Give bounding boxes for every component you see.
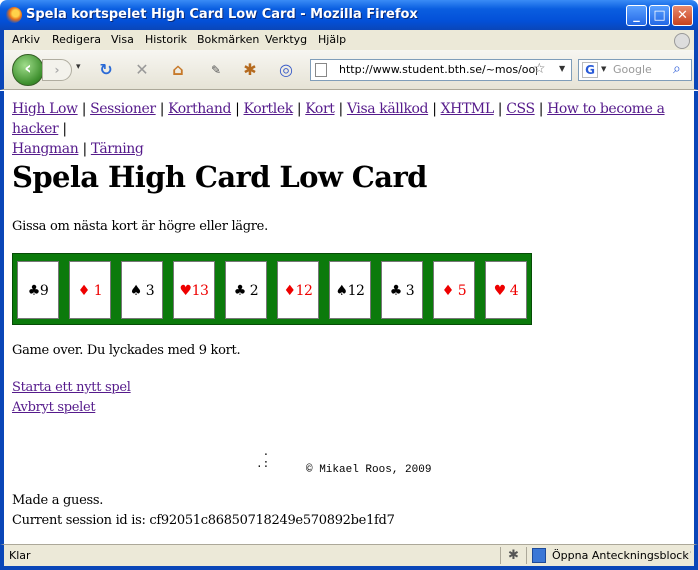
card-table: ♣9 ♦ 1 ♠ 3 ♥13 ♣ 2 ♦12 ♠12 ♣ 3 ♦ 5 ♥ 4 — [12, 253, 532, 325]
url-dropdown-icon[interactable]: ▼ — [559, 64, 565, 73]
search-input[interactable]: Google — [613, 63, 652, 76]
card-suit-icon: ♦ — [441, 283, 455, 299]
nav-link-korthand[interactable]: Korthand — [168, 101, 231, 117]
resize-grip-icon[interactable]: ⋰ — [683, 551, 692, 561]
firefox-icon — [6, 7, 22, 23]
menu-hjalp[interactable]: Hjälp — [318, 33, 346, 46]
search-bar[interactable]: G ▼ Google ⌕ — [578, 59, 692, 81]
url-input[interactable]: http://www.student.bth.se/~mos/oopl — [339, 63, 537, 76]
search-engine-dropdown-icon[interactable]: ▼ — [601, 65, 606, 73]
addon-swirl-icon[interactable]: ◎ — [276, 60, 296, 80]
nav-link-high-low[interactable]: High Low — [12, 101, 78, 117]
card-suit-icon: ♠ — [335, 283, 349, 299]
window-title: Spela kortspelet High Card Low Card - Mo… — [26, 7, 418, 22]
card-suit-icon: ♦ — [283, 283, 297, 299]
site-navigation: High Low | Sessioner | Korthand | Kortle… — [12, 101, 665, 157]
new-game-link[interactable]: Starta ett nytt spel — [12, 378, 131, 398]
reload-button[interactable]: ↻ — [96, 60, 116, 80]
nav-link-tarning[interactable]: Tärning — [91, 141, 144, 157]
footer-ornament: . .: — [256, 447, 270, 471]
card-suit-icon: ♣ — [389, 283, 403, 299]
back-button[interactable]: ‹ — [12, 54, 44, 86]
card-value: 5 — [457, 283, 467, 299]
throbber-icon — [674, 33, 690, 49]
menu-verktyg[interactable]: Verktyg — [265, 33, 307, 46]
stop-button[interactable]: ✕ — [132, 60, 152, 80]
card-value: 13 — [191, 283, 209, 299]
card-value: 3 — [405, 283, 415, 299]
playing-card: ♣ 3 — [381, 261, 423, 319]
menu-visa[interactable]: Visa — [111, 33, 134, 46]
menu-redigera[interactable]: Redigera — [52, 33, 101, 46]
playing-card: ♣ 2 — [225, 261, 267, 319]
intro-text: Gissa om nästa kort är högre eller lägre… — [12, 219, 268, 234]
nav-link-hangman[interactable]: Hangman — [12, 141, 79, 157]
home-button[interactable]: ⌂ — [168, 60, 188, 80]
close-button[interactable]: ✕ — [672, 5, 693, 26]
guess-message: Made a guess. — [12, 493, 104, 508]
title-bar: Spela kortspelet High Card Low Card - Mo… — [0, 0, 698, 30]
page-content: High Low | Sessioner | Korthand | Kortle… — [0, 91, 698, 544]
menu-historik[interactable]: Historik — [145, 33, 187, 46]
forward-button[interactable]: › — [42, 59, 72, 81]
firebug-icon[interactable]: ✱ — [240, 60, 260, 80]
search-engine-icon[interactable]: G — [582, 62, 598, 78]
nav-link-sessioner[interactable]: Sessioner — [90, 101, 156, 117]
card-value: 12 — [295, 283, 313, 299]
nav-link-xhtml[interactable]: XHTML — [441, 101, 495, 117]
playing-card: ♦ 1 — [69, 261, 111, 319]
card-value: 4 — [509, 283, 519, 299]
playing-card: ♠12 — [329, 261, 371, 319]
playing-card: ♦12 — [277, 261, 319, 319]
card-value: 12 — [347, 283, 365, 299]
menu-arkiv[interactable]: Arkiv — [12, 33, 40, 46]
footer-copyright: © Mikael Roos, 2009 — [306, 464, 432, 476]
page-icon — [315, 63, 327, 77]
playing-card: ♣9 — [17, 261, 59, 319]
card-suit-icon: ♣ — [233, 283, 247, 299]
card-value: 2 — [249, 283, 259, 299]
nav-link-kortlek[interactable]: Kortlek — [244, 101, 294, 117]
menu-bokmarken[interactable]: Bokmärken — [197, 33, 259, 46]
status-divider — [500, 547, 501, 564]
playing-card: ♥ 4 — [485, 261, 527, 319]
abort-game-link[interactable]: Avbryt spelet — [12, 398, 131, 418]
game-over-text: Game over. Du lyckades med 9 kort. — [12, 343, 241, 358]
card-suit-icon: ♣ — [27, 283, 41, 299]
addon-icon[interactable]: ✎ — [206, 60, 226, 80]
card-value: 1 — [93, 283, 103, 299]
notepad-icon[interactable] — [532, 548, 546, 563]
session-id-text: Current session id is: cf92051c868507182… — [12, 513, 395, 528]
minimize-button[interactable]: _ — [626, 5, 647, 26]
card-value: 3 — [145, 283, 155, 299]
status-divider — [526, 547, 527, 564]
card-value: 9 — [39, 283, 49, 299]
bookmark-star-icon[interactable]: ☆ — [533, 61, 546, 77]
page-title: Spela High Card Low Card — [12, 160, 427, 194]
playing-card: ♥13 — [173, 261, 215, 319]
card-suit-icon: ♠ — [129, 283, 143, 299]
open-notepad-link[interactable]: Öppna Anteckningsblock — [552, 549, 689, 562]
playing-card: ♦ 5 — [433, 261, 475, 319]
navigation-toolbar: ‹ › ▾ ↻ ✕ ⌂ ✎ ✱ ◎ http://www.student.bth… — [0, 50, 698, 90]
status-text: Klar — [9, 549, 31, 562]
url-bar[interactable]: http://www.student.bth.se/~mos/oopl ☆ ▼ — [310, 59, 572, 81]
firebug-status-icon[interactable]: ✱ — [508, 548, 519, 563]
nav-link-visa-kallkod[interactable]: Visa källkod — [347, 101, 429, 117]
status-bar: Klar ✱ Öppna Anteckningsblock ⋰ — [0, 544, 698, 570]
menu-bar: Arkiv Redigera Visa Historik Bokmärken V… — [0, 30, 698, 50]
card-suit-icon: ♦ — [77, 283, 91, 299]
maximize-button[interactable]: □ — [649, 5, 670, 26]
status-messages: Made a guess. Current session id is: cf9… — [12, 491, 395, 531]
search-icon[interactable]: ⌕ — [673, 61, 681, 77]
card-suit-icon: ♥ — [179, 283, 193, 299]
nav-link-kort[interactable]: Kort — [305, 101, 335, 117]
history-dropdown-icon[interactable]: ▾ — [76, 62, 81, 72]
playing-card: ♠ 3 — [121, 261, 163, 319]
nav-link-css[interactable]: CSS — [506, 101, 535, 117]
game-actions: Starta ett nytt spel Avbryt spelet — [12, 378, 131, 418]
card-suit-icon: ♥ — [493, 283, 507, 299]
